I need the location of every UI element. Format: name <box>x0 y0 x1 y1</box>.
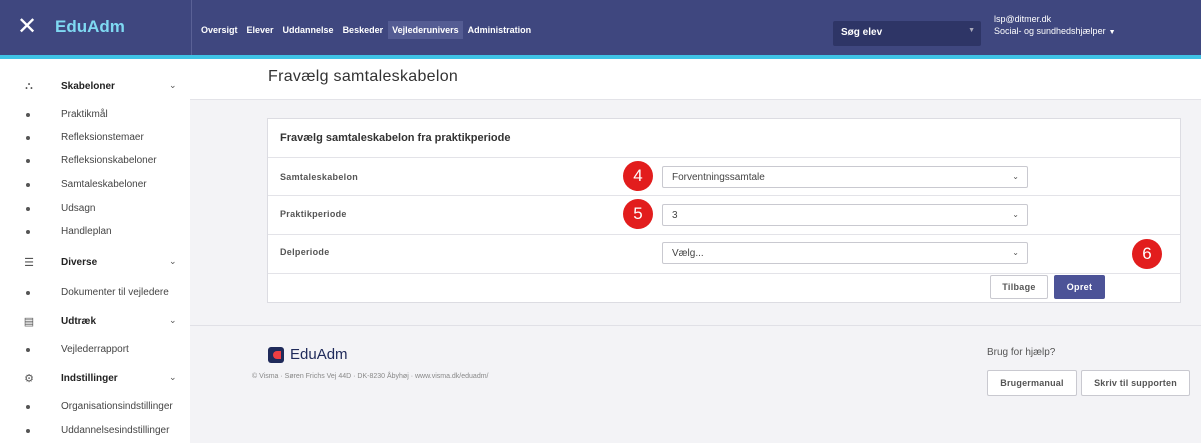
sidebar-item-label: Organisationsindstillinger <box>61 401 173 412</box>
user-role: Social- og sundhedshjælper <box>994 26 1106 36</box>
sidebar-item-label: Handleplan <box>61 226 112 237</box>
sidebar-section-diverse[interactable]: ☰ Diverse ⌄ <box>0 249 190 279</box>
bullet-icon <box>26 183 30 187</box>
sidebar-section-label: Udtræk <box>61 316 97 327</box>
field-label: Praktikperiode <box>280 209 347 219</box>
step-badge: 4 <box>623 161 653 191</box>
search-student-select[interactable]: Søg elev ▼ <box>833 21 981 46</box>
sidebar-item-label: Refleksionstemaer <box>61 132 144 143</box>
close-icon[interactable]: ✕ <box>14 14 40 40</box>
chevron-down-icon: ⌄ <box>1012 210 1019 219</box>
bullet-icon <box>26 159 30 163</box>
field-label: Delperiode <box>280 247 330 257</box>
sidebar-section-udtraek[interactable]: ▤ Udtræk ⌄ <box>0 308 190 338</box>
sidebar-item-label: Udsagn <box>61 203 96 214</box>
sidebar-item-uddannelsesindstillinger[interactable]: Uddannelsesindstillinger <box>0 421 190 443</box>
sidebar-item-label: Samtaleskabeloner <box>61 179 147 190</box>
caret-down-icon: ▼ <box>1108 29 1116 36</box>
nav-vejlederunivers[interactable]: Vejlederunivers <box>388 21 463 39</box>
sidebar-item-refleksionstemaer[interactable]: Refleksionstemaer <box>0 128 190 150</box>
nav-oversigt[interactable]: Oversigt <box>197 21 242 39</box>
main-content: Fravælg samtaleskabelon Fravælg samtales… <box>190 59 1201 443</box>
sidebar-item-label: Praktikmål <box>61 109 108 120</box>
sidebar-item-label: Uddannelsesindstillinger <box>61 425 170 436</box>
chevron-down-icon: ⌄ <box>169 80 177 90</box>
user-email: lsp@ditmer.dk <box>994 14 1052 24</box>
brand-divider <box>191 0 192 55</box>
delperiode-select[interactable]: Vælg... ⌄ <box>662 242 1028 264</box>
form-row-delperiode: Delperiode Vælg... ⌄ <box>268 234 1180 273</box>
list-icon: ☰ <box>24 257 34 269</box>
sidebar-section-label: Indstillinger <box>61 373 118 384</box>
chevron-down-icon: ⌄ <box>1012 172 1019 181</box>
sidebar-item-label: Refleksionskabeloner <box>61 155 157 166</box>
bullet-icon <box>26 113 30 117</box>
sidebar-section-label: Skabeloner <box>61 81 115 92</box>
bullet-icon <box>26 207 30 211</box>
praktikperiode-select[interactable]: 3 ⌄ <box>662 204 1028 226</box>
page-title: Fravælg samtaleskabelon <box>268 68 459 85</box>
sidebar-item-refleksionskabeloner[interactable]: Refleksionskabeloner <box>0 151 190 173</box>
eduadm-logo-icon <box>268 346 284 363</box>
gear-icon: ⚙ <box>24 373 34 385</box>
sidebar-section-indstillinger[interactable]: ⚙ Indstillinger ⌄ <box>0 365 190 395</box>
chevron-down-icon: ⌄ <box>169 256 177 266</box>
search-label: Søg elev <box>841 27 883 38</box>
org-chart-icon: ⛬ <box>25 80 33 92</box>
bullet-icon <box>26 230 30 234</box>
sidebar-item-samtaleskabeloner[interactable]: Samtaleskabeloner <box>0 175 190 197</box>
brand-logo[interactable]: EduAdm <box>55 17 125 37</box>
bullet-icon <box>26 405 30 409</box>
sidebar-item-praktikmal[interactable]: Praktikmål <box>0 105 190 127</box>
bullet-icon <box>26 429 30 433</box>
main-nav: Oversigt Elever Uddannelse Beskeder Vejl… <box>197 21 536 39</box>
help-text: Brug for hjælp? <box>987 347 1056 358</box>
sidebar-section-skabeloner[interactable]: ⛬ Skabeloner ⌄ <box>0 73 190 103</box>
contact-support-button[interactable]: Skriv til supporten <box>1081 370 1190 396</box>
nav-elever[interactable]: Elever <box>243 21 278 39</box>
sidebar-section-label: Diverse <box>61 257 98 268</box>
sidebar: ⛬ Skabeloner ⌄ Praktikmål Refleksionstem… <box>0 59 190 443</box>
sidebar-item-organisationsindstillinger[interactable]: Organisationsindstillinger <box>0 397 190 419</box>
user-menu[interactable]: lsp@ditmer.dk Social- og sundhedshjælper… <box>994 13 1116 39</box>
sidebar-item-label: Dokumenter til vejledere <box>61 287 169 298</box>
sidebar-item-label: Vejlederrapport <box>61 344 129 355</box>
chevron-down-icon: ⌄ <box>1012 248 1019 257</box>
footer-divider <box>190 325 1201 326</box>
sidebar-item-vejlederrapport[interactable]: Vejlederrapport <box>0 340 190 362</box>
user-manual-button[interactable]: Brugermanual <box>987 370 1077 396</box>
select-value: Forventningssamtale <box>672 172 765 183</box>
bullet-icon <box>26 136 30 140</box>
chevron-down-icon: ⌄ <box>169 372 177 382</box>
sidebar-item-udsagn[interactable]: Udsagn <box>0 199 190 221</box>
select-value: 3 <box>672 210 678 221</box>
step-badge: 5 <box>623 199 653 229</box>
footer-logo-text: EduAdm <box>290 346 348 363</box>
bullet-icon <box>26 291 30 295</box>
form-row-praktikperiode: Praktikperiode 5 3 ⌄ <box>268 195 1180 234</box>
form-row-samtaleskabelon: Samtaleskabelon 4 Forventningssamtale ⌄ <box>268 157 1180 195</box>
nav-beskeder[interactable]: Beskeder <box>339 21 388 39</box>
back-button[interactable]: Tilbage <box>990 275 1048 299</box>
sidebar-item-dokumenter[interactable]: Dokumenter til vejledere <box>0 283 190 305</box>
select-value: Vælg... <box>672 248 704 259</box>
nav-administration[interactable]: Administration <box>464 21 536 39</box>
sidebar-item-handleplan[interactable]: Handleplan <box>0 222 190 244</box>
footer-logo: EduAdm <box>268 346 348 363</box>
nav-uddannelse[interactable]: Uddannelse <box>279 21 338 39</box>
bullet-icon <box>26 348 30 352</box>
chevron-down-icon: ⌄ <box>169 315 177 325</box>
document-icon: ▤ <box>23 316 35 328</box>
top-bar: ✕ EduAdm Oversigt Elever Uddannelse Besk… <box>0 0 1201 55</box>
field-label: Samtaleskabelon <box>280 172 359 182</box>
create-button[interactable]: Opret <box>1054 275 1105 299</box>
card-title: Fravælg samtaleskabelon fra praktikperio… <box>280 132 511 144</box>
step-badge: 6 <box>1132 239 1162 269</box>
page-header: Fravælg samtaleskabelon <box>190 59 1201 100</box>
samtaleskabelon-select[interactable]: Forventningssamtale ⌄ <box>662 166 1028 188</box>
chevron-down-icon: ▼ <box>968 27 975 34</box>
footer-address: © Visma · Søren Frichs Vej 44D · DK-8230… <box>252 373 489 380</box>
